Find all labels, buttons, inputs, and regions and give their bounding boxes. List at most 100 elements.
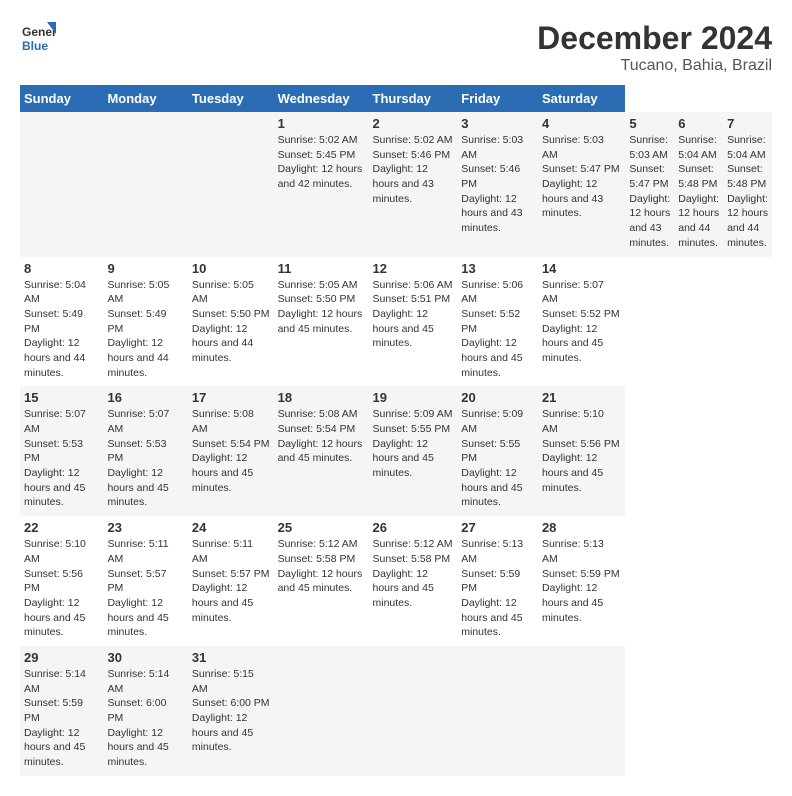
day-number: 21 (542, 390, 621, 405)
day-info: Sunrise: 5:09 AMSunset: 5:55 PMDaylight:… (461, 408, 523, 508)
day-info: Sunrise: 5:07 AMSunset: 5:52 PMDaylight:… (542, 279, 620, 364)
header-monday: Monday (103, 85, 187, 112)
calendar-cell (188, 112, 274, 257)
day-info: Sunrise: 5:11 AMSunset: 5:57 PMDaylight:… (192, 538, 270, 623)
calendar-cell: 13 Sunrise: 5:06 AMSunset: 5:52 PMDaylig… (457, 257, 538, 387)
day-number: 12 (373, 261, 454, 276)
calendar-cell: 10 Sunrise: 5:05 AMSunset: 5:50 PMDaylig… (188, 257, 274, 387)
day-number: 28 (542, 520, 621, 535)
day-number: 4 (542, 116, 621, 131)
calendar-cell: 6 Sunrise: 5:04 AMSunset: 5:48 PMDayligh… (674, 112, 723, 257)
calendar-cell: 20 Sunrise: 5:09 AMSunset: 5:55 PMDaylig… (457, 386, 538, 516)
calendar-cell: 21 Sunrise: 5:10 AMSunset: 5:56 PMDaylig… (538, 386, 625, 516)
calendar-cell: 24 Sunrise: 5:11 AMSunset: 5:57 PMDaylig… (188, 516, 274, 646)
day-info: Sunrise: 5:15 AMSunset: 6:00 PMDaylight:… (192, 668, 270, 753)
calendar-cell: 22 Sunrise: 5:10 AMSunset: 5:56 PMDaylig… (20, 516, 103, 646)
calendar-cell: 5 Sunrise: 5:03 AMSunset: 5:47 PMDayligh… (625, 112, 674, 257)
calendar-cell: 17 Sunrise: 5:08 AMSunset: 5:54 PMDaylig… (188, 386, 274, 516)
calendar-cell: 30 Sunrise: 5:14 AMSunset: 6:00 PMDaylig… (103, 646, 187, 776)
calendar-cell: 4 Sunrise: 5:03 AMSunset: 5:47 PMDayligh… (538, 112, 625, 257)
page-header: General Blue December 2024 Tucano, Bahia… (20, 20, 772, 75)
calendar-cell: 9 Sunrise: 5:05 AMSunset: 5:49 PMDayligh… (103, 257, 187, 387)
calendar-cell: 11 Sunrise: 5:05 AMSunset: 5:50 PMDaylig… (274, 257, 369, 387)
day-number: 24 (192, 520, 270, 535)
header-sunday: Sunday (20, 85, 103, 112)
logo: General Blue (20, 20, 56, 56)
day-number: 19 (373, 390, 454, 405)
calendar-cell: 16 Sunrise: 5:07 AMSunset: 5:53 PMDaylig… (103, 386, 187, 516)
calendar-cell: 15 Sunrise: 5:07 AMSunset: 5:53 PMDaylig… (20, 386, 103, 516)
title-block: December 2024 Tucano, Bahia, Brazil (537, 20, 772, 75)
calendar-cell: 1 Sunrise: 5:02 AMSunset: 5:45 PMDayligh… (274, 112, 369, 257)
calendar-cell (369, 646, 458, 776)
calendar-cell (103, 112, 187, 257)
day-info: Sunrise: 5:13 AMSunset: 5:59 PMDaylight:… (542, 538, 620, 623)
day-info: Sunrise: 5:08 AMSunset: 5:54 PMDaylight:… (278, 408, 363, 464)
day-info: Sunrise: 5:02 AMSunset: 5:45 PMDaylight:… (278, 134, 363, 190)
header-thursday: Thursday (369, 85, 458, 112)
week-row-1: 1 Sunrise: 5:02 AMSunset: 5:45 PMDayligh… (20, 112, 772, 257)
day-number: 2 (373, 116, 454, 131)
day-info: Sunrise: 5:04 AMSunset: 5:49 PMDaylight:… (24, 279, 86, 379)
calendar-cell (274, 646, 369, 776)
day-number: 13 (461, 261, 534, 276)
day-number: 1 (278, 116, 365, 131)
day-info: Sunrise: 5:05 AMSunset: 5:49 PMDaylight:… (107, 279, 169, 379)
day-info: Sunrise: 5:05 AMSunset: 5:50 PMDaylight:… (278, 279, 363, 335)
day-number: 5 (629, 116, 670, 131)
day-info: Sunrise: 5:04 AMSunset: 5:48 PMDaylight:… (678, 134, 719, 249)
calendar-cell (538, 646, 625, 776)
calendar-cell (20, 112, 103, 257)
day-number: 25 (278, 520, 365, 535)
day-info: Sunrise: 5:04 AMSunset: 5:48 PMDaylight:… (727, 134, 768, 249)
calendar-cell: 12 Sunrise: 5:06 AMSunset: 5:51 PMDaylig… (369, 257, 458, 387)
day-info: Sunrise: 5:12 AMSunset: 5:58 PMDaylight:… (373, 538, 453, 609)
day-number: 16 (107, 390, 183, 405)
day-number: 6 (678, 116, 719, 131)
day-info: Sunrise: 5:06 AMSunset: 5:51 PMDaylight:… (373, 279, 453, 350)
day-number: 30 (107, 650, 183, 665)
header-tuesday: Tuesday (188, 85, 274, 112)
day-info: Sunrise: 5:07 AMSunset: 5:53 PMDaylight:… (24, 408, 86, 508)
month-title: December 2024 (537, 20, 772, 57)
day-info: Sunrise: 5:02 AMSunset: 5:46 PMDaylight:… (373, 134, 453, 205)
day-info: Sunrise: 5:12 AMSunset: 5:58 PMDaylight:… (278, 538, 363, 594)
day-number: 20 (461, 390, 534, 405)
week-row-2: 8 Sunrise: 5:04 AMSunset: 5:49 PMDayligh… (20, 257, 772, 387)
day-number: 23 (107, 520, 183, 535)
day-info: Sunrise: 5:03 AMSunset: 5:47 PMDaylight:… (629, 134, 670, 249)
day-number: 3 (461, 116, 534, 131)
day-number: 17 (192, 390, 270, 405)
calendar-cell: 7 Sunrise: 5:04 AMSunset: 5:48 PMDayligh… (723, 112, 772, 257)
day-info: Sunrise: 5:03 AMSunset: 5:46 PMDaylight:… (461, 134, 523, 234)
header-saturday: Saturday (538, 85, 625, 112)
day-info: Sunrise: 5:05 AMSunset: 5:50 PMDaylight:… (192, 279, 270, 364)
day-number: 15 (24, 390, 99, 405)
day-number: 11 (278, 261, 365, 276)
day-number: 22 (24, 520, 99, 535)
day-number: 31 (192, 650, 270, 665)
day-info: Sunrise: 5:10 AMSunset: 5:56 PMDaylight:… (24, 538, 86, 638)
calendar-cell (457, 646, 538, 776)
day-number: 10 (192, 261, 270, 276)
day-info: Sunrise: 5:11 AMSunset: 5:57 PMDaylight:… (107, 538, 168, 638)
header-row: SundayMondayTuesdayWednesdayThursdayFrid… (20, 85, 772, 112)
calendar-cell: 14 Sunrise: 5:07 AMSunset: 5:52 PMDaylig… (538, 257, 625, 387)
day-info: Sunrise: 5:03 AMSunset: 5:47 PMDaylight:… (542, 134, 620, 219)
logo-icon: General Blue (20, 20, 56, 56)
day-number: 14 (542, 261, 621, 276)
calendar-cell: 29 Sunrise: 5:14 AMSunset: 5:59 PMDaylig… (20, 646, 103, 776)
day-info: Sunrise: 5:06 AMSunset: 5:52 PMDaylight:… (461, 279, 523, 379)
calendar-table: SundayMondayTuesdayWednesdayThursdayFrid… (20, 85, 772, 776)
day-info: Sunrise: 5:14 AMSunset: 6:00 PMDaylight:… (107, 668, 169, 768)
location: Tucano, Bahia, Brazil (537, 57, 772, 75)
day-info: Sunrise: 5:08 AMSunset: 5:54 PMDaylight:… (192, 408, 270, 493)
svg-text:Blue: Blue (22, 39, 48, 53)
calendar-cell: 19 Sunrise: 5:09 AMSunset: 5:55 PMDaylig… (369, 386, 458, 516)
calendar-cell: 2 Sunrise: 5:02 AMSunset: 5:46 PMDayligh… (369, 112, 458, 257)
day-number: 27 (461, 520, 534, 535)
day-number: 7 (727, 116, 768, 131)
day-number: 8 (24, 261, 99, 276)
day-info: Sunrise: 5:09 AMSunset: 5:55 PMDaylight:… (373, 408, 453, 479)
day-info: Sunrise: 5:13 AMSunset: 5:59 PMDaylight:… (461, 538, 523, 638)
